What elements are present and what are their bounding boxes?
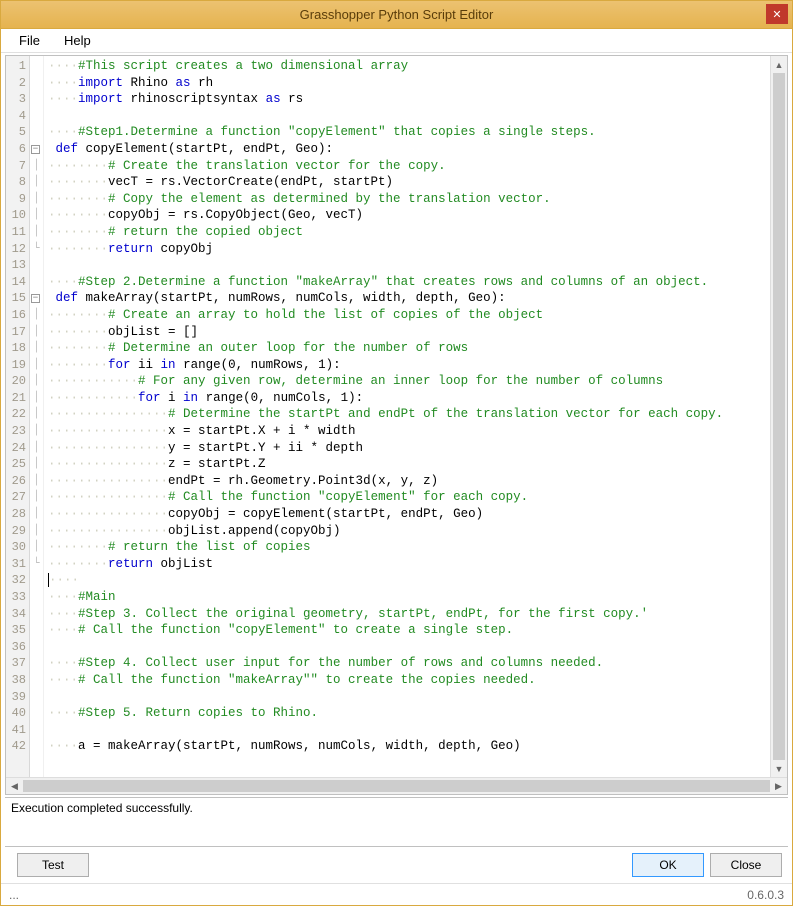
version-label: 0.6.0.3 bbox=[747, 888, 784, 902]
code-editor[interactable]: ····#This script creates a two dimension… bbox=[44, 56, 770, 777]
vscroll-thumb[interactable] bbox=[773, 73, 785, 760]
footer-bar: ... 0.6.0.3 bbox=[1, 883, 792, 905]
test-button[interactable]: Test bbox=[17, 853, 89, 877]
menubar: File Help bbox=[1, 29, 792, 53]
button-row: Test OK Close bbox=[1, 847, 792, 883]
vertical-scrollbar[interactable]: ▲ ▼ bbox=[770, 56, 787, 777]
editor-scroll-area: 1234567891011121314151617181920212223242… bbox=[6, 56, 787, 777]
fold-column[interactable]: −│││││└ −│││││││││││││││└ bbox=[30, 56, 44, 777]
close-dialog-button[interactable]: Close bbox=[710, 853, 782, 877]
menu-file[interactable]: File bbox=[9, 31, 50, 50]
scroll-right-icon[interactable]: ▶ bbox=[770, 778, 787, 794]
line-number-gutter[interactable]: 1234567891011121314151617181920212223242… bbox=[6, 56, 30, 777]
footer-left: ... bbox=[9, 888, 19, 902]
titlebar[interactable]: Grasshopper Python Script Editor ✕ bbox=[1, 1, 792, 29]
window-frame: Grasshopper Python Script Editor ✕ File … bbox=[0, 0, 793, 906]
menu-help[interactable]: Help bbox=[54, 31, 101, 50]
ok-button[interactable]: OK bbox=[632, 853, 704, 877]
scroll-left-icon[interactable]: ◀ bbox=[6, 778, 23, 794]
scroll-down-icon[interactable]: ▼ bbox=[771, 760, 787, 777]
status-text: Execution completed successfully. bbox=[11, 801, 193, 815]
close-button[interactable]: ✕ bbox=[766, 4, 788, 24]
hscroll-track[interactable] bbox=[23, 778, 770, 794]
close-icon: ✕ bbox=[772, 8, 781, 21]
scroll-up-icon[interactable]: ▲ bbox=[771, 56, 787, 73]
horizontal-scrollbar[interactable]: ◀ ▶ bbox=[6, 777, 787, 794]
hscroll-thumb[interactable] bbox=[23, 780, 770, 792]
status-panel: Execution completed successfully. bbox=[5, 797, 788, 847]
editor-panel: 1234567891011121314151617181920212223242… bbox=[5, 55, 788, 795]
window-title: Grasshopper Python Script Editor bbox=[1, 7, 792, 22]
